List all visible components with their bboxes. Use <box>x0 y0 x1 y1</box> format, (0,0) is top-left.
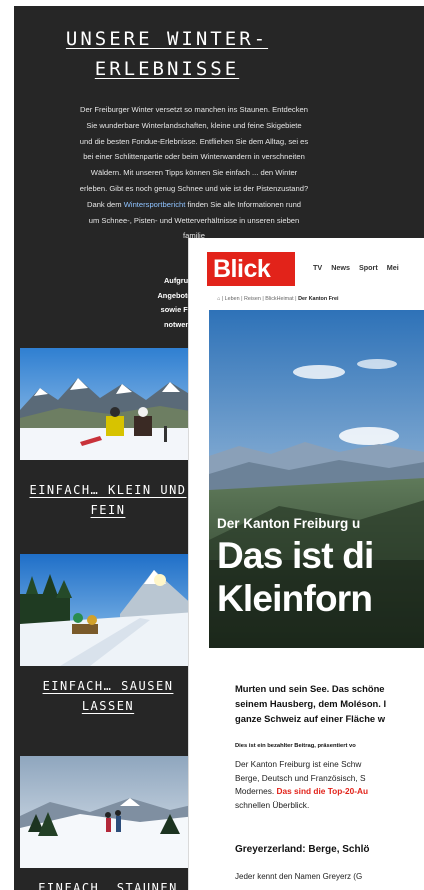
card-image-marvel[interactable] <box>20 756 196 868</box>
intro-text-span: Dank dem <box>86 199 124 209</box>
intro-line: bei einer Schlittenpartie oder beim Wint… <box>83 152 305 162</box>
breadcrumb-current: Der Kanton Frei <box>298 296 339 302</box>
intro-line: Wäldern. Mit unseren Tipps können Sie ei… <box>90 168 298 178</box>
card-title-line: FEIN <box>90 503 126 517</box>
intro-line: um Schnee-, Pisten- und Wetterverhältnis… <box>88 215 300 225</box>
intro-line: erleben. Gibt es noch genug Schnee und w… <box>79 183 309 193</box>
nav-item-tv[interactable]: TV <box>313 263 322 272</box>
mountain-deckchair-photo <box>20 348 196 460</box>
nav-item-more[interactable]: Mei <box>387 263 399 272</box>
card-title-small-and-fine[interactable]: EINFACH… KLEIN UND FEIN <box>20 480 196 520</box>
card-title-line: EINFACH… SAUSEN <box>42 679 174 693</box>
breadcrumb-path[interactable]: ⌂ | Leben | Reisen | BlickHeimat | <box>217 296 298 302</box>
article-kicker: Der Kanton Freiburg u <box>217 516 361 531</box>
blick-nav: TV News Sport Mei <box>313 263 406 272</box>
card-title-line: EINFACH… KLEIN UND <box>29 483 187 497</box>
title-line-2: ERLEBNISSE <box>94 58 240 80</box>
article-headline: Das ist di Kleinforn <box>217 534 374 620</box>
body-line: Berge, Deutsch und Französisch, S <box>235 772 366 783</box>
blick-logo[interactable]: Blick <box>207 252 295 286</box>
headline-line: Kleinforn <box>217 578 373 619</box>
wintersport-report-link[interactable]: Wintersportbericht <box>124 200 186 209</box>
page-title: UNSERE WINTER- ERLEBNISSE <box>14 24 320 84</box>
card-image-small-and-fine[interactable] <box>20 348 196 460</box>
body-line: Der Kanton Freiburg ist eine Schw <box>235 759 362 769</box>
title-line-1: UNSERE WINTER- <box>65 28 269 50</box>
nav-item-sport[interactable]: Sport <box>359 263 378 272</box>
intro-text: Der Freiburger Winter versetzt so manche… <box>74 102 314 244</box>
article-lead: Murten und sein See. Das schöne seinem H… <box>235 682 424 726</box>
intro-line: Der Freiburger Winter versetzt so manche… <box>80 105 308 114</box>
sledging-photo <box>20 554 196 666</box>
winter-hike-photo <box>20 756 196 868</box>
lead-line: Murten und sein See. Das schöne <box>235 683 385 694</box>
card-title-line: EINFACH… STAUNEN <box>38 881 178 890</box>
intro-line: und die besten Fondue-Erlebnisse. Entfli… <box>79 136 309 146</box>
article-subheading: Greyerzerland: Berge, Schlö <box>235 844 370 855</box>
blick-article-page: Blick TV News Sport Mei ⌂ | Leben | Reis… <box>188 238 424 890</box>
nav-item-news[interactable]: News <box>331 263 350 272</box>
breadcrumb: ⌂ | Leben | Reisen | BlickHeimat | Der K… <box>217 296 339 302</box>
intro-text-span: finden Sie alle Informationen rund <box>185 199 302 209</box>
headline-line: Das ist di <box>217 535 374 576</box>
intro-line: Sie wunderbare Winterlandschaften, klein… <box>86 120 302 130</box>
top20-link[interactable]: Das sind die Top-20-Au <box>277 786 369 796</box>
lead-line: ganze Schweiz auf einer Fläche w <box>235 712 386 724</box>
body-line: Modernes. Das sind die Top-20-Au <box>235 785 424 799</box>
card-title-line: LASSEN <box>81 699 135 713</box>
article-body: Der Kanton Freiburg ist eine Schw Berge,… <box>235 758 424 812</box>
card-title-sledging[interactable]: EINFACH… SAUSEN LASSEN <box>20 676 196 716</box>
body-line: schnellen Überblick. <box>235 799 310 810</box>
intro-line: Dank dem Wintersportbericht finden Sie a… <box>74 197 314 213</box>
card-title-marvel[interactable]: EINFACH… STAUNEN <box>20 878 196 890</box>
sponsored-note: Dies ist ein bezahlter Beitrag, präsenti… <box>235 743 356 749</box>
card-image-sledging[interactable] <box>20 554 196 666</box>
article-paragraph: Jeder kennt den Namen Greyerz (G <box>235 872 363 881</box>
lead-line: seinem Hausberg, dem Moléson. I <box>235 697 387 709</box>
body-text-span: Modernes. <box>235 786 277 797</box>
